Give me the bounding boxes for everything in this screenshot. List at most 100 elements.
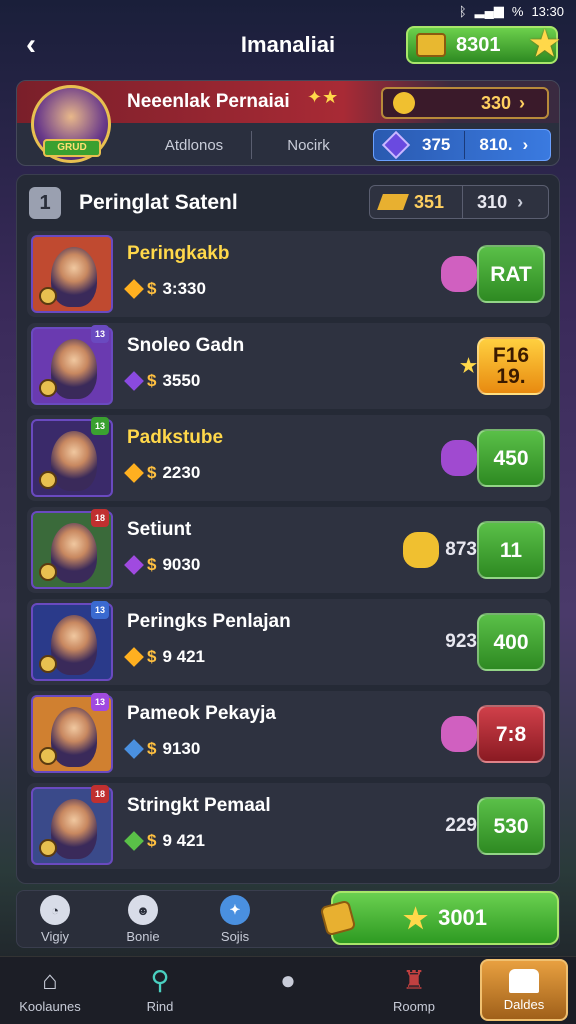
skull-icon: ☻ <box>128 895 158 925</box>
list-item[interactable]: 18 Stringkt Pemaal $9 421 229 530 <box>27 783 551 869</box>
gold-pill[interactable]: 351 310 › <box>369 185 549 219</box>
hero-stats: $9030 <box>124 555 200 575</box>
level-badge: 13 <box>91 325 109 343</box>
avatar-tag: GRUD <box>43 139 101 157</box>
bonie-button[interactable]: ☻ Bonie <box>113 895 173 944</box>
diamond-icon <box>124 831 144 851</box>
action-button[interactable]: 7:8 <box>477 705 545 763</box>
wallet-icon <box>416 33 446 57</box>
emblem-icon <box>39 287 57 305</box>
ranking-list: 1 Peringlat Satenl 351 310 › Peringkakb $… <box>16 174 560 884</box>
hero-figure <box>51 247 97 307</box>
dollar-icon: $ <box>147 371 157 390</box>
hero-name: Peringkakb <box>127 243 230 264</box>
currency-value: 8301 <box>456 33 501 56</box>
emblem-icon <box>39 655 57 673</box>
dollar-icon: $ <box>147 555 157 574</box>
level-badge: 13 <box>91 693 109 711</box>
action-button[interactable]: 530 <box>477 797 545 855</box>
coin-pill[interactable]: 330 › <box>381 87 549 119</box>
reward-value: ★ <box>459 355 477 377</box>
signal-icon: ▂▄▆ <box>474 3 504 18</box>
stat-value: 9130 <box>162 739 201 758</box>
battery-label: % <box>511 3 524 19</box>
nav-roomp[interactable]: ♜ Roomp <box>364 964 464 1015</box>
nav-daldes[interactable]: Daldes <box>480 959 568 1021</box>
diamond-icon <box>124 555 144 575</box>
dollar-icon: $ <box>147 463 157 482</box>
reward-item: ★ <box>387 343 477 389</box>
chevron-right-icon: › <box>517 191 524 212</box>
joystick-icon: ♜ <box>402 964 426 995</box>
chevron-right-icon: › <box>519 92 526 113</box>
level-badge: 18 <box>91 509 109 527</box>
tag-icon <box>319 899 357 937</box>
hero-stats: $3550 <box>124 371 201 391</box>
divider <box>464 131 466 159</box>
action-button[interactable]: 450 <box>477 429 545 487</box>
vigiy-label: Vigiy <box>41 929 69 944</box>
back-button[interactable]: ‹ <box>16 28 46 62</box>
action-button[interactable]: 11 <box>477 521 545 579</box>
nav-label: Koolaunes <box>19 999 81 1014</box>
dollar-icon: $ <box>147 739 157 758</box>
list-item[interactable]: Peringkakb $3:330 RAT <box>27 231 551 317</box>
nav-label: Daldes <box>503 996 545 1012</box>
reward-item: 873 <box>387 527 477 573</box>
list-item[interactable]: 13 Peringks Penlajan $9 421 923 400 <box>27 599 551 685</box>
claim-value: 3001 <box>438 905 488 930</box>
sojis-label: Sojis <box>220 929 250 944</box>
gem-icon <box>441 716 477 752</box>
hero-figure <box>51 799 97 859</box>
bottom-nav: ⌂ Koolaunes ⚲ Rind ● ♜ Roomp Daldes <box>0 956 576 1024</box>
list-item[interactable]: 18 Setiunt $9030 873 11 <box>27 507 551 593</box>
list-item[interactable]: 13 Snoleo Gadn $3550 ★ F16 19. <box>27 323 551 409</box>
bluetooth-icon: ᛒ <box>458 3 467 19</box>
reward-item: 923 <box>387 619 477 665</box>
hero-name: Setiunt <box>127 519 192 540</box>
hero-figure <box>51 523 97 583</box>
page-title: Imanaliai <box>240 32 336 57</box>
bottom-action-bar: ◔ Vigiy ☻ Bonie ✦ Sojis ★ 3001 <box>16 890 560 948</box>
gold-bar-icon <box>377 194 409 210</box>
diamond-icon <box>124 279 144 299</box>
reward-item <box>387 251 477 297</box>
currency-button[interactable]: 8301 ★ <box>406 25 560 64</box>
action-button[interactable]: F16 19. <box>477 337 545 395</box>
vigiy-button[interactable]: ◔ Vigiy <box>25 895 85 944</box>
stat-value: 3550 <box>162 371 201 390</box>
reward-value: 229 <box>445 815 477 836</box>
action-button[interactable]: 400 <box>477 613 545 671</box>
gem-value-2: 810. <box>479 135 513 154</box>
gem-icon <box>381 130 411 160</box>
list-item[interactable]: 13 Padkstube $2230 450 <box>27 415 551 501</box>
claim-button[interactable]: ★ 3001 <box>319 891 559 945</box>
hero-name: Snoleo Gadn <box>127 335 245 356</box>
reward-item <box>387 435 477 481</box>
nav-center[interactable]: ● <box>238 965 338 999</box>
dollar-icon: $ <box>147 831 157 850</box>
gem-icon <box>441 440 477 476</box>
hero-name: Padkstube <box>127 427 224 448</box>
star-icon: ★ <box>402 902 429 934</box>
list-item[interactable]: 13 Pameok Pekayja $9130 7:8 <box>27 691 551 777</box>
stat-value: 3:330 <box>162 279 206 298</box>
level-badge: 13 <box>91 417 109 435</box>
home-icon: ⌂ <box>42 964 58 995</box>
sojis-button[interactable]: ✦ Sojis <box>205 895 265 944</box>
emblem-icon <box>39 471 57 489</box>
action-button[interactable]: RAT <box>477 245 545 303</box>
nav-label: Roomp <box>393 999 435 1014</box>
nav-rind[interactable]: ⚲ Rind <box>110 965 210 1015</box>
emblem-icon <box>39 747 57 765</box>
tab-nocirk[interactable]: Nocirk <box>251 131 365 159</box>
list-header: 1 Peringlat Satenl 351 310 › <box>29 183 549 223</box>
diamond-icon <box>124 463 144 483</box>
tab-atdlonos[interactable]: Atdlonos <box>137 131 251 159</box>
hero-stats: $9130 <box>124 739 201 759</box>
hero-stats: $9 421 <box>124 647 205 667</box>
gem-pill[interactable]: 375 810. › <box>373 129 551 161</box>
reward-item <box>387 711 477 757</box>
hero-figure <box>51 707 97 767</box>
nav-koolaunes[interactable]: ⌂ Koolaunes <box>0 964 100 1015</box>
